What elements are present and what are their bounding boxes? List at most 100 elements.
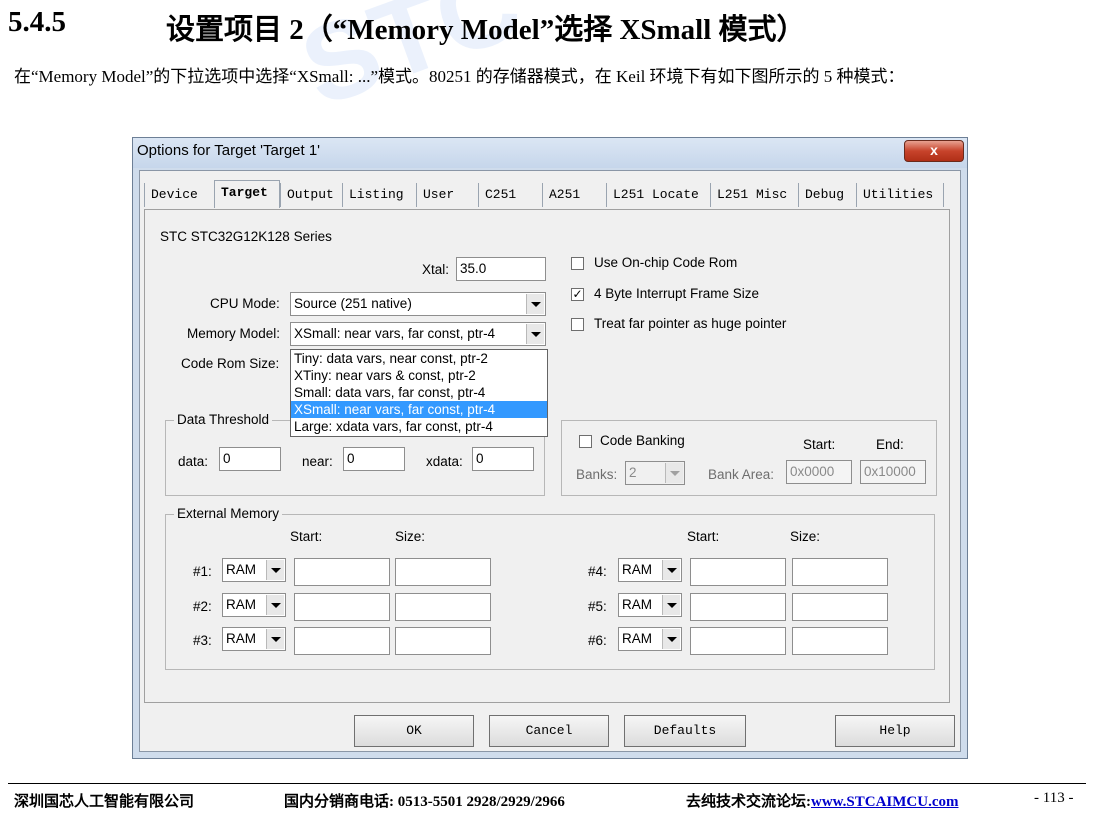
bank-end-input[interactable]: 0x10000	[860, 460, 926, 484]
chevron-down-icon[interactable]	[662, 595, 680, 615]
page-number: - 113 -	[1034, 790, 1074, 806]
ok-button[interactable]: OK	[354, 715, 474, 747]
code-banking-checkbox[interactable]	[579, 435, 592, 448]
data-label: data:	[178, 454, 209, 469]
memory-model-dropdown: Tiny: data vars, near const, ptr-2 XTiny…	[290, 349, 548, 437]
near-threshold-input[interactable]: 0	[343, 447, 405, 471]
code-rom-size-label: Code Rom Size:	[181, 356, 280, 371]
footer-forum-link[interactable]: www.STCAIMCU.com	[811, 794, 959, 810]
tab-user[interactable]: User	[416, 183, 478, 207]
tab-a251[interactable]: A251	[542, 183, 606, 207]
ext-start-header-right: Start:	[687, 529, 720, 544]
memory-model-option-xsmall[interactable]: XSmall: near vars, far const, ptr-4	[291, 401, 547, 418]
tab-l251-locate[interactable]: L251 Locate	[606, 183, 710, 207]
data-threshold-input[interactable]: 0	[219, 447, 281, 471]
banks-label: Banks:	[576, 467, 618, 482]
cancel-button[interactable]: Cancel	[489, 715, 609, 747]
xtal-input[interactable]: 35.0	[456, 257, 546, 281]
dialog-title: Options for Target 'Target 1'	[137, 142, 321, 159]
bank-end-label: End:	[876, 437, 904, 452]
treat-far-pointer-label: Treat far pointer as huge pointer	[594, 316, 787, 331]
section-title: 设置项目 2（“Memory Model”选择 XSmall 模式）	[166, 14, 806, 46]
defaults-button[interactable]: Defaults	[624, 715, 746, 747]
ext-size-input[interactable]	[792, 593, 888, 621]
intro-paragraph: 在“Memory Model”的下拉选项中选择“XSmall: ...”模式。8…	[14, 67, 905, 86]
footer-forum: 去纯技术交流论坛:www.STCAIMCU.com	[686, 790, 959, 811]
ext-memory-type-select[interactable]: RAM	[222, 627, 286, 651]
ext-start-input[interactable]	[690, 558, 786, 586]
footer-company: 深圳国芯人工智能有限公司	[14, 794, 195, 810]
xdata-threshold-input[interactable]: 0	[472, 447, 534, 471]
chevron-down-icon[interactable]	[662, 629, 680, 649]
ext-row-label: #1:	[193, 564, 212, 579]
help-button[interactable]: Help	[835, 715, 955, 747]
chevron-down-icon[interactable]	[266, 560, 284, 580]
bank-start-label: Start:	[803, 437, 836, 452]
ext-start-input[interactable]	[690, 627, 786, 655]
tab-debug[interactable]: Debug	[798, 183, 856, 207]
ext-size-input[interactable]	[792, 627, 888, 655]
memory-model-select[interactable]: XSmall: near vars, far const, ptr-4	[290, 322, 546, 346]
ext-size-input[interactable]	[395, 593, 491, 621]
ext-start-input[interactable]	[294, 627, 390, 655]
memory-model-value: XSmall: near vars, far const, ptr-4	[294, 326, 496, 341]
tab-target[interactable]: Target	[214, 180, 280, 208]
code-banking-label: Code Banking	[600, 433, 685, 448]
ext-start-input[interactable]	[294, 593, 390, 621]
four-byte-interrupt-checkbox[interactable]: ✓	[571, 288, 584, 301]
tab-c251[interactable]: C251	[478, 183, 542, 207]
ext-start-input[interactable]	[294, 558, 390, 586]
four-byte-interrupt-label: 4 Byte Interrupt Frame Size	[594, 286, 760, 301]
cpu-mode-label: CPU Mode:	[210, 296, 280, 311]
tab-l251-misc[interactable]: L251 Misc	[710, 183, 798, 207]
banks-select[interactable]: 2	[625, 461, 685, 485]
chevron-down-icon[interactable]	[526, 294, 544, 314]
bank-start-input[interactable]: 0x0000	[786, 460, 852, 484]
chevron-down-icon[interactable]	[526, 324, 544, 344]
tab-utilities[interactable]: Utilities	[856, 183, 944, 207]
ext-size-header-right: Size:	[790, 529, 821, 544]
use-onchip-code-rom-checkbox[interactable]	[571, 257, 584, 270]
close-button[interactable]: x	[904, 140, 964, 162]
use-onchip-code-rom-label: Use On-chip Code Rom	[594, 255, 738, 270]
ext-size-header-left: Size:	[395, 529, 426, 544]
tab-output[interactable]: Output	[280, 183, 342, 207]
chevron-down-icon[interactable]	[266, 629, 284, 649]
ext-memory-type-value: RAM	[226, 597, 256, 612]
ext-memory-type-value: RAM	[622, 562, 652, 577]
tab-device[interactable]: Device	[144, 183, 214, 207]
chevron-down-icon[interactable]	[665, 463, 683, 483]
ext-size-input[interactable]	[395, 627, 491, 655]
ext-memory-type-select[interactable]: RAM	[222, 593, 286, 617]
chevron-down-icon[interactable]	[266, 595, 284, 615]
footer-phone: 国内分销商电话: 0513-5501 2928/2929/2966	[284, 794, 565, 810]
ext-memory-type-value: RAM	[622, 597, 652, 612]
ext-memory-type-value: RAM	[226, 562, 256, 577]
xdata-label: xdata:	[426, 454, 463, 469]
ext-row-label: #4:	[588, 564, 607, 579]
ext-memory-type-select[interactable]: RAM	[618, 593, 682, 617]
section-number: 5.4.5	[8, 6, 66, 38]
memory-model-option-large[interactable]: Large: xdata vars, far const, ptr-4	[291, 418, 547, 435]
footer-forum-label: 去纯技术交流论坛:	[686, 794, 811, 810]
ext-row-label: #2:	[193, 599, 212, 614]
ext-memory-type-select[interactable]: RAM	[618, 627, 682, 651]
ext-row-label: #6:	[588, 633, 607, 648]
dialog-titlebar: Options for Target 'Target 1' x	[133, 138, 967, 168]
ext-row-label: #5:	[588, 599, 607, 614]
ext-size-input[interactable]	[792, 558, 888, 586]
cpu-mode-value: Source (251 native)	[294, 296, 412, 311]
treat-far-pointer-checkbox[interactable]	[571, 318, 584, 331]
ext-memory-type-select[interactable]: RAM	[222, 558, 286, 582]
tab-listing[interactable]: Listing	[342, 183, 416, 207]
memory-model-option-xtiny[interactable]: XTiny: near vars & const, ptr-2	[291, 367, 547, 384]
ext-memory-type-select[interactable]: RAM	[618, 558, 682, 582]
external-memory-label: External Memory	[174, 506, 283, 521]
ext-size-input[interactable]	[395, 558, 491, 586]
memory-model-option-tiny[interactable]: Tiny: data vars, near const, ptr-2	[291, 350, 547, 367]
cpu-mode-select[interactable]: Source (251 native)	[290, 292, 546, 316]
chevron-down-icon[interactable]	[662, 560, 680, 580]
memory-model-option-small[interactable]: Small: data vars, far const, ptr-4	[291, 384, 547, 401]
ext-start-input[interactable]	[690, 593, 786, 621]
code-banking-group	[561, 420, 937, 496]
